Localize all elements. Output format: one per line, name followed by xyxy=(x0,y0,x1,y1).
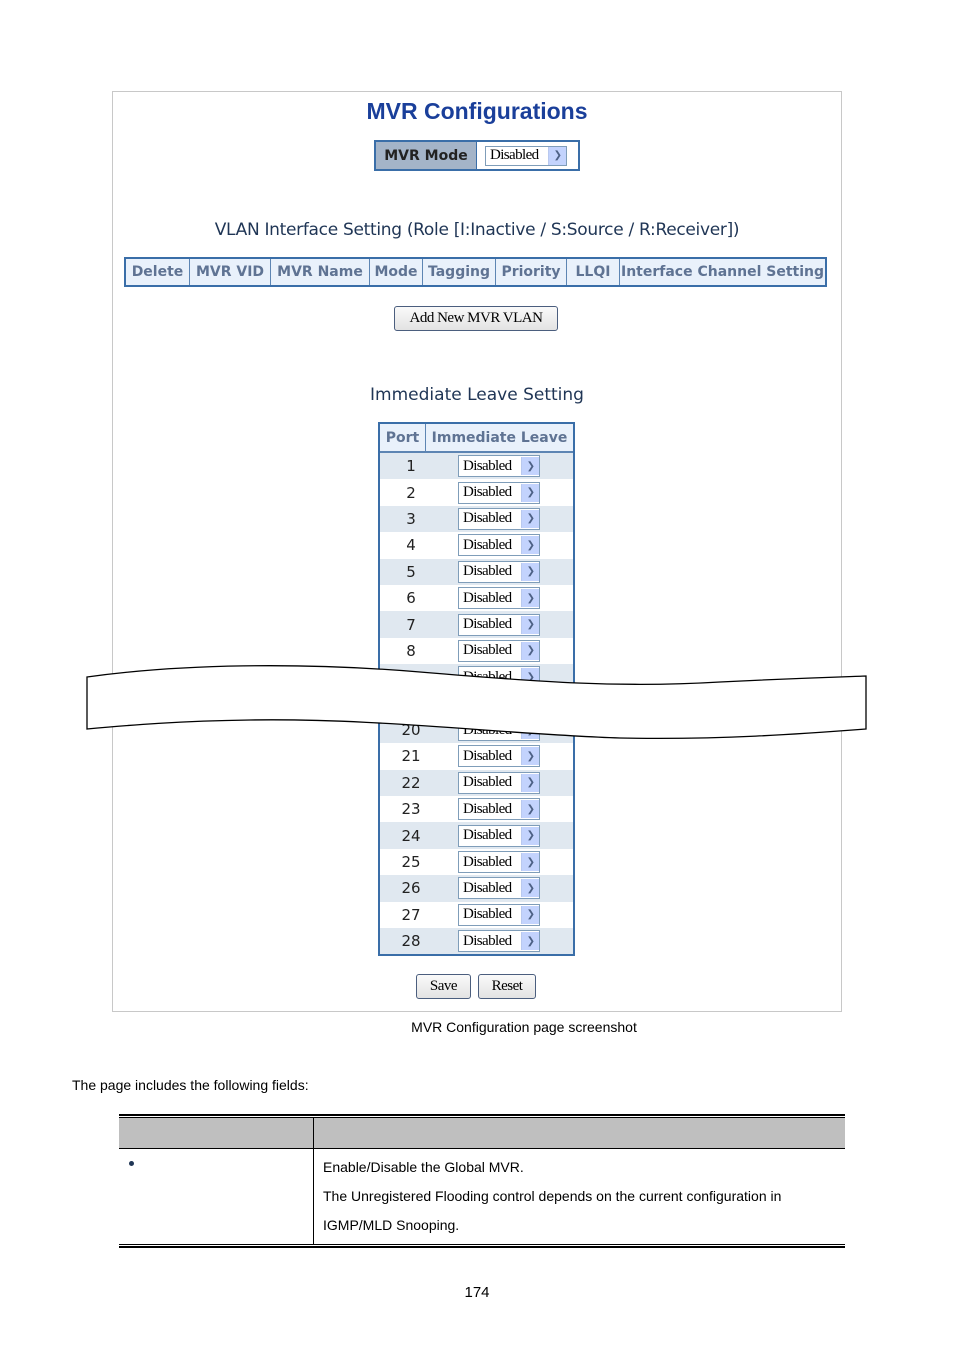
description-line: The Unregistered Flooding control depend… xyxy=(323,1188,782,1204)
fields-table-row: Enable/Disable the Global MVR. The Unreg… xyxy=(119,1148,845,1244)
bullet-icon xyxy=(129,1161,134,1166)
description-line: IGMP/MLD Snooping. xyxy=(323,1217,460,1233)
page-number: 174 xyxy=(464,1284,490,1301)
reset-button[interactable]: Reset xyxy=(478,974,536,999)
intro-text: The page includes the following fields: xyxy=(72,1077,309,1093)
manual-page: MVR Configurations MVR Mode Disabled ❯ V… xyxy=(0,0,954,1350)
description-line: Enable/Disable the Global MVR. xyxy=(323,1159,524,1175)
fields-table: Enable/Disable the Global MVR. The Unreg… xyxy=(119,1114,845,1248)
fields-table-header xyxy=(119,1118,845,1148)
save-button[interactable]: Save xyxy=(416,974,471,999)
figure-caption: MVR Configuration page screenshot xyxy=(411,1019,637,1035)
